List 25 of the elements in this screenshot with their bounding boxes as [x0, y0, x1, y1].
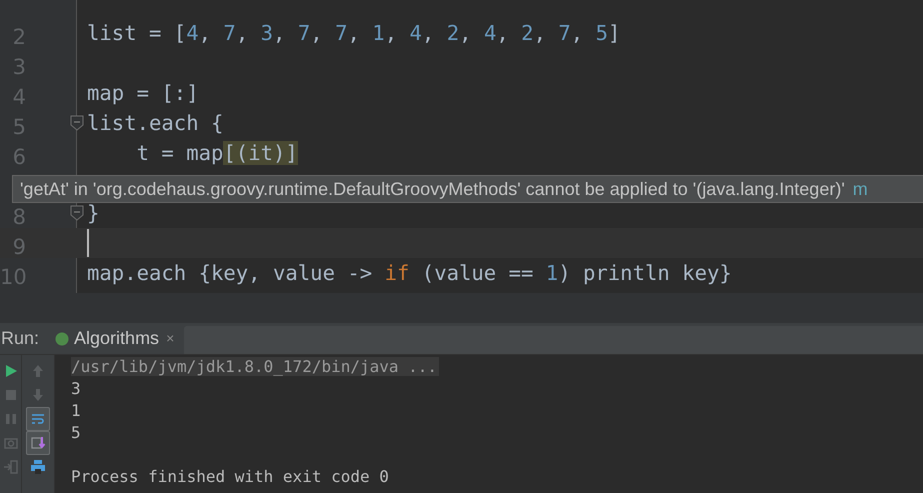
code-line: map = [:]	[87, 80, 199, 107]
code-line: list = [4, 7, 3, 7, 7, 1, 4, 2, 4, 2, 7, 5]	[87, 20, 620, 47]
groovy-icon	[55, 332, 70, 346]
console-output: 3	[71, 379, 81, 398]
scroll-to-end-icon[interactable]	[30, 435, 46, 451]
fold-marker-icon[interactable]	[70, 205, 84, 221]
run-label: Run:	[0, 327, 40, 350]
tooltip-text: 'getAt' in 'org.codehaus.groovy.runtime.DefaultGroovyMethods' cannot be applied to '(java.lang.Integer)'	[20, 178, 845, 201]
arrow-up-icon[interactable]	[30, 363, 46, 379]
code-line: map.each {key, value -> if (value == 1) println key}	[87, 260, 732, 287]
code-line: list.each {	[87, 110, 224, 137]
console-output: Process finished with exit code 0	[71, 467, 389, 486]
toggle-button[interactable]	[26, 431, 50, 455]
code-line: }	[87, 200, 100, 227]
console-output: 1	[71, 401, 81, 420]
code-line: t = map[(it)]	[136, 140, 298, 167]
more-link[interactable]: m	[852, 176, 868, 202]
fold-marker-icon[interactable]	[70, 115, 84, 131]
console-output: 5	[71, 423, 81, 442]
arrow-down-icon[interactable]	[30, 387, 46, 403]
toggle-button[interactable]	[26, 407, 50, 431]
close-icon[interactable]: ×	[164, 328, 176, 349]
tab-label: Algorithms	[74, 327, 160, 350]
printer-icon[interactable]	[30, 459, 46, 475]
text-cursor	[87, 229, 89, 257]
